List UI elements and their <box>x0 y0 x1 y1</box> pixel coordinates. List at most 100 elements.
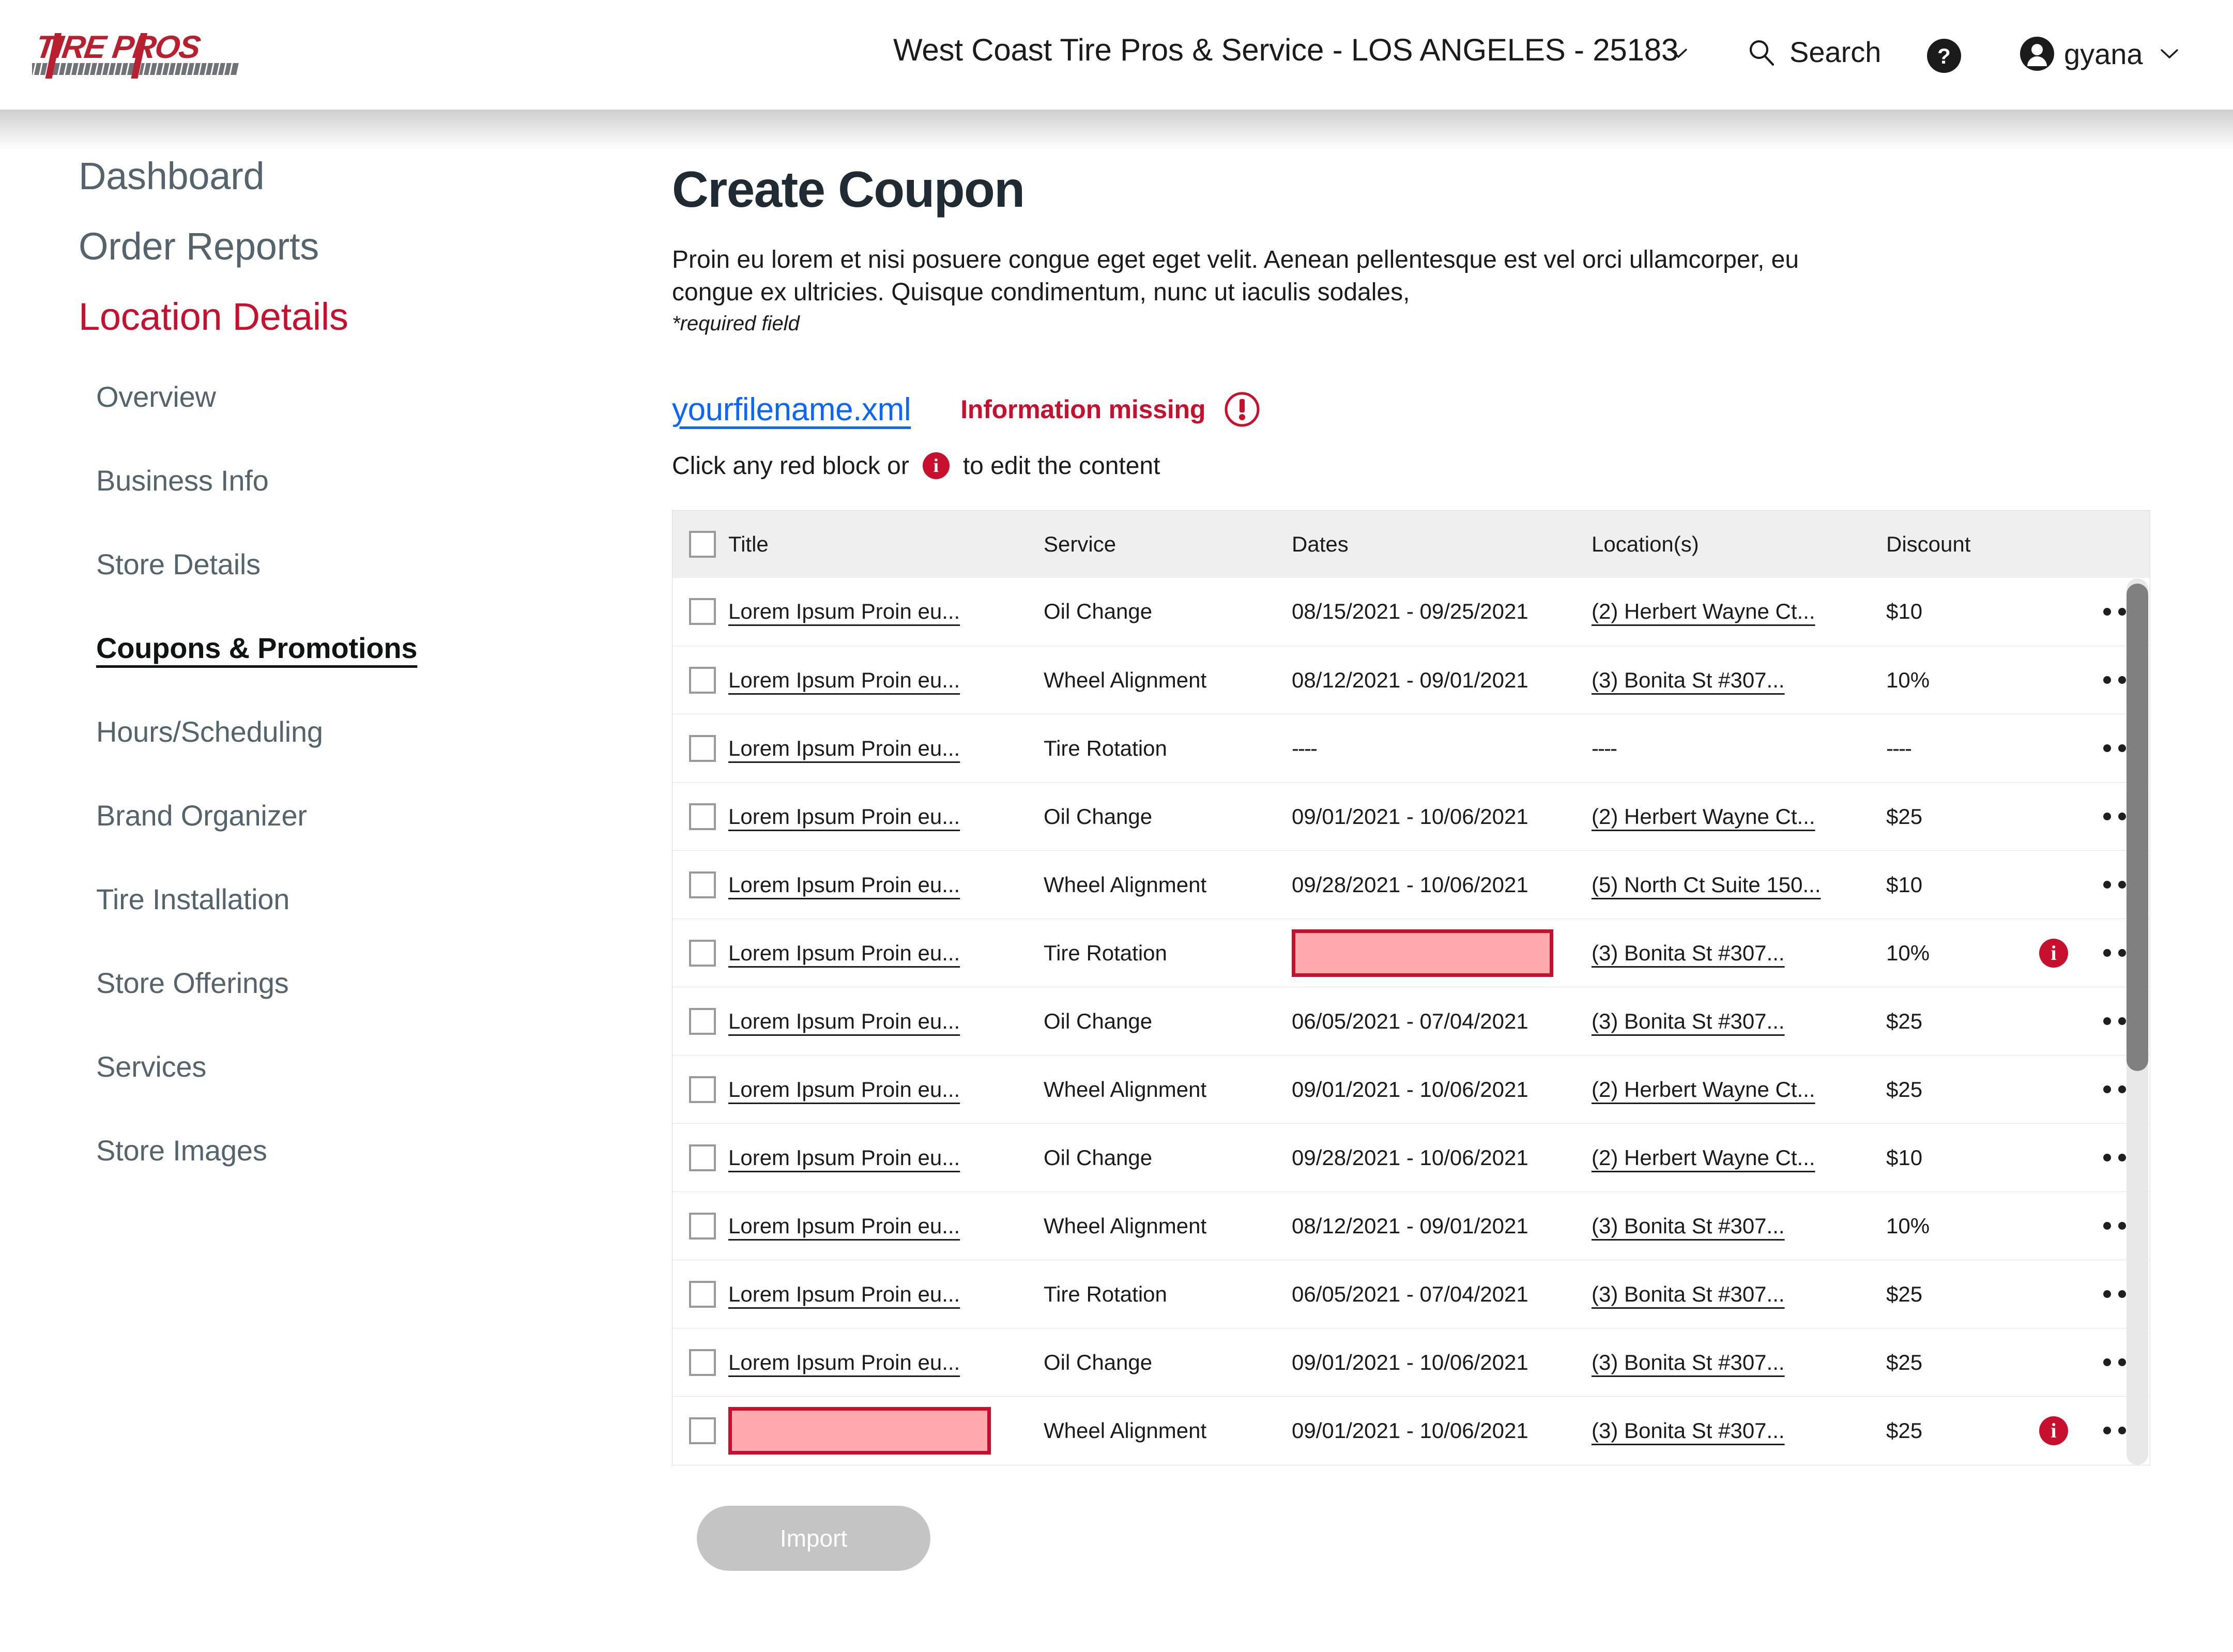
cell-locations[interactable]: (3) Bonita St #307... <box>1592 987 1886 1056</box>
cell-locations[interactable]: (3) Bonita St #307... <box>1592 919 1886 987</box>
coupon-title-link[interactable]: Lorem Ipsum Proin eu... <box>728 1282 960 1306</box>
location-link[interactable]: (3) Bonita St #307... <box>1592 1350 1785 1374</box>
row-checkbox[interactable] <box>689 1212 716 1240</box>
sidebar-item-store-details[interactable]: Store Details <box>96 550 261 579</box>
sidebar-item-services[interactable]: Services <box>96 1052 206 1081</box>
coupon-title-link[interactable]: Lorem Ipsum Proin eu... <box>728 1077 960 1102</box>
coupon-title-link[interactable]: Lorem Ipsum Proin eu... <box>728 1145 960 1170</box>
cell-dates[interactable]: 08/15/2021 - 09/25/2021 <box>1292 577 1592 646</box>
location-link[interactable]: (3) Bonita St #307... <box>1592 941 1785 965</box>
location-link[interactable]: (2) Herbert Wayne Ct... <box>1592 599 1815 623</box>
table-row[interactable]: Lorem Ipsum Proin eu... Tire Rotation 06/0… <box>672 1260 2150 1328</box>
cell-dates[interactable]: 06/05/2021 - 07/04/2021 <box>1292 987 1592 1056</box>
cell-locations[interactable]: (2) Herbert Wayne Ct... <box>1592 1055 1886 1124</box>
sidebar-item-tire-installation[interactable]: Tire Installation <box>96 885 289 914</box>
table-row[interactable]: Lorem Ipsum Proin eu... Wheel Alignment 09… <box>672 1055 2150 1124</box>
row-info-icon[interactable]: i <box>2039 1416 2068 1445</box>
import-button[interactable]: Import <box>697 1505 930 1571</box>
cell-locations[interactable]: ---- <box>1592 714 1886 783</box>
chevron-down-icon[interactable] <box>1670 48 1687 59</box>
cell-dates[interactable]: 09/01/2021 - 10/06/2021 <box>1292 782 1592 851</box>
location-link[interactable]: (2) Herbert Wayne Ct... <box>1592 1077 1815 1102</box>
cell-dates[interactable]: 09/01/2021 - 10/06/2021 <box>1292 1055 1592 1124</box>
row-checkbox[interactable] <box>689 1144 716 1171</box>
sidebar-item-order-reports[interactable]: Order Reports <box>79 227 319 266</box>
location-link[interactable]: (3) Bonita St #307... <box>1592 668 1785 692</box>
coupon-title-link[interactable]: Lorem Ipsum Proin eu... <box>728 1214 960 1238</box>
cell-locations[interactable]: (2) Herbert Wayne Ct... <box>1592 1123 1886 1192</box>
sidebar-item-brand-organizer[interactable]: Brand Organizer <box>96 801 307 830</box>
coupon-title-link[interactable]: Lorem Ipsum Proin eu... <box>728 599 960 623</box>
table-row[interactable]: Lorem Ipsum Proin eu... Oil Change 08/15/2… <box>672 577 2150 646</box>
tire-pros-logo[interactable]: TIRE PROS <box>32 24 259 86</box>
coupon-title-link[interactable]: Lorem Ipsum Proin eu... <box>728 804 960 829</box>
cell-locations[interactable]: (2) Herbert Wayne Ct... <box>1592 782 1886 851</box>
cell-dates[interactable]: 06/05/2021 - 07/04/2021 <box>1292 1260 1592 1328</box>
select-all-checkbox[interactable] <box>689 530 716 558</box>
cell-dates[interactable] <box>1292 919 1592 987</box>
table-row[interactable]: Lorem Ipsum Proin eu... Oil Change 06/05/2… <box>672 987 2150 1056</box>
cell-dates[interactable]: ---- <box>1292 714 1592 783</box>
cell-title[interactable]: Lorem Ipsum Proin eu... <box>728 646 1044 714</box>
cell-title[interactable]: Lorem Ipsum Proin eu... <box>728 577 1044 646</box>
sidebar-item-overview[interactable]: Overview <box>96 383 216 411</box>
chevron-down-icon[interactable] <box>2160 48 2178 59</box>
table-row[interactable]: Lorem Ipsum Proin eu... Tire Rotation ----… <box>672 714 2150 783</box>
cell-title[interactable]: Lorem Ipsum Proin eu... <box>728 1191 1044 1260</box>
row-info-icon[interactable]: i <box>2039 938 2068 968</box>
table-row[interactable]: Wheel Alignment 09/01/2021 - 10/06/2021 (3… <box>672 1396 2150 1465</box>
row-checkbox[interactable] <box>689 1417 716 1444</box>
cell-title[interactable] <box>728 1396 1044 1465</box>
cell-dates[interactable]: 08/12/2021 - 09/01/2021 <box>1292 1191 1592 1260</box>
row-checkbox[interactable] <box>689 598 716 625</box>
cell-title[interactable]: Lorem Ipsum Proin eu... <box>728 782 1044 851</box>
user-menu[interactable]: gyana <box>2018 35 2178 72</box>
row-checkbox[interactable] <box>689 803 716 830</box>
cell-dates[interactable]: 08/12/2021 - 09/01/2021 <box>1292 646 1592 714</box>
coupon-title-link[interactable]: Lorem Ipsum Proin eu... <box>728 1350 960 1374</box>
row-checkbox[interactable] <box>689 1076 716 1103</box>
table-row[interactable]: Lorem Ipsum Proin eu... Oil Change 09/28/2… <box>672 1123 2150 1192</box>
coupon-title-link[interactable]: Lorem Ipsum Proin eu... <box>728 941 960 965</box>
row-checkbox[interactable] <box>689 1349 716 1376</box>
sidebar-item-coupons-promotions[interactable]: Coupons & Promotions <box>96 634 418 663</box>
search-button[interactable]: Search <box>1746 35 1881 69</box>
sidebar-item-store-offerings[interactable]: Store Offerings <box>96 969 289 998</box>
location-link[interactable]: (5) North Ct Suite 150... <box>1592 873 1821 897</box>
cell-locations[interactable]: (3) Bonita St #307... <box>1592 1260 1886 1328</box>
column-header-service[interactable]: Service <box>1044 510 1292 578</box>
sidebar-item-hours-scheduling[interactable]: Hours/Scheduling <box>96 717 323 746</box>
cell-title[interactable]: Lorem Ipsum Proin eu... <box>728 919 1044 987</box>
missing-dates-block[interactable] <box>1292 929 1553 977</box>
cell-locations[interactable]: (5) North Ct Suite 150... <box>1592 850 1886 919</box>
cell-dates[interactable]: 09/01/2021 - 10/06/2021 <box>1292 1328 1592 1397</box>
column-header-discount[interactable]: Discount <box>1886 510 2036 578</box>
location-link[interactable]: (2) Herbert Wayne Ct... <box>1592 1145 1815 1170</box>
cell-title[interactable]: Lorem Ipsum Proin eu... <box>728 714 1044 783</box>
coupon-title-link[interactable]: Lorem Ipsum Proin eu... <box>728 1009 960 1033</box>
cell-title[interactable]: Lorem Ipsum Proin eu... <box>728 987 1044 1056</box>
cell-title[interactable]: Lorem Ipsum Proin eu... <box>728 1123 1044 1192</box>
location-link[interactable]: (2) Herbert Wayne Ct... <box>1592 804 1815 829</box>
cell-dates[interactable]: 09/28/2021 - 10/06/2021 <box>1292 1123 1592 1192</box>
row-checkbox[interactable] <box>689 666 716 694</box>
location-link[interactable]: (3) Bonita St #307... <box>1592 1282 1785 1306</box>
column-header-dates[interactable]: Dates <box>1292 510 1592 578</box>
coupon-title-link[interactable]: Lorem Ipsum Proin eu... <box>728 736 960 760</box>
table-row[interactable]: Lorem Ipsum Proin eu... Wheel Alignment 08… <box>672 1191 2150 1260</box>
column-header-title[interactable]: Title <box>728 510 1044 578</box>
cell-title[interactable]: Lorem Ipsum Proin eu... <box>728 1260 1044 1328</box>
table-row[interactable]: Lorem Ipsum Proin eu... Oil Change 09/01/2… <box>672 782 2150 851</box>
store-selector-label[interactable]: West Coast Tire Pros & Service - LOS ANG… <box>893 32 1678 68</box>
row-checkbox[interactable] <box>689 871 716 898</box>
cell-locations[interactable]: (3) Bonita St #307... <box>1592 646 1886 714</box>
cell-dates[interactable]: 09/28/2021 - 10/06/2021 <box>1292 850 1592 919</box>
uploaded-file-link[interactable]: yourfilename.xml <box>672 391 911 428</box>
coupon-title-link[interactable]: Lorem Ipsum Proin eu... <box>728 873 960 897</box>
row-checkbox[interactable] <box>689 735 716 762</box>
table-scrollbar[interactable] <box>2127 578 2148 1465</box>
sidebar-item-business-info[interactable]: Business Info <box>96 466 269 495</box>
cell-locations[interactable]: (2) Herbert Wayne Ct... <box>1592 577 1886 646</box>
row-checkbox[interactable] <box>689 1007 716 1035</box>
table-scrollbar-thumb[interactable] <box>2127 583 2148 1071</box>
